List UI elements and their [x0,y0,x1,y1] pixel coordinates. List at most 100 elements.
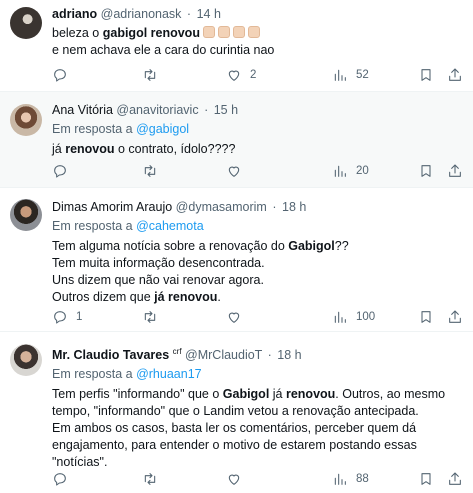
text-line: Outros dizem que já renovou. [52,290,221,304]
reply-icon [54,311,66,324]
retweet-icon [144,69,156,81]
text-line: Uns dizem que não vai renovar agora. [52,273,264,287]
text-line: tempo, "informando" que o Landim vetou a… [52,404,419,419]
separator-dot: · [267,348,272,363]
reply-context: Em resposta a @rhuaan17 [52,366,461,383]
tweet-text: Tem perfis "informando" que o Gabigol já… [52,386,461,471]
share-button[interactable] [447,162,463,180]
reply-button[interactable] [52,470,76,488]
separator-dot: · [204,103,209,117]
bookmark-button[interactable] [418,162,434,180]
separator-dot: · [186,7,192,21]
reply-to-link[interactable]: @cahemota [136,219,204,233]
reply-label: Em resposta a [52,122,133,136]
bookmark-button[interactable] [418,470,434,488]
reply-button[interactable] [52,162,76,180]
reply-icon [54,69,66,82]
action-bar: 2 52 [52,66,461,84]
share-button[interactable] [447,66,463,84]
views-count: 100 [356,311,376,323]
share-button[interactable] [447,308,463,326]
author-name[interactable]: Ana Vitória [52,103,113,117]
action-bar: 1 100 [52,308,461,326]
views-count: 52 [356,69,369,81]
bookmark-icon [421,69,431,81]
like-button[interactable] [226,470,250,488]
action-bar: 20 [52,162,461,180]
text-line: e nem achava ele a cara do curintia nao [52,43,275,57]
retweet-button[interactable] [142,470,166,488]
views-icon [334,165,346,177]
views-icon [334,311,346,323]
separator-dot: · [272,200,277,214]
tweet-header: Mr. Claudio Tavares crf @MrClaudioT · 18… [52,344,461,363]
reply-to-link[interactable]: @gabigol [136,122,189,136]
bookmark-icon [421,311,431,323]
share-button[interactable] [447,470,463,488]
timestamp[interactable]: 18 h [282,200,306,214]
text-line: já renovou o contrato, ídolo???? [52,142,236,156]
tweet-card[interactable]: Mr. Claudio Tavares crf @MrClaudioT · 18… [0,332,473,493]
like-icon [228,166,240,177]
tweet-card[interactable]: adriano @adrianonask · 14 h beleza o gab… [0,0,473,92]
share-icon [449,310,461,323]
retweet-icon [144,311,156,323]
retweet-icon [144,165,156,177]
like-button[interactable] [226,162,250,180]
reply-icon [54,165,66,178]
like-button[interactable] [226,308,250,326]
tweet-card[interactable]: Dimas Amorim Araujo @dymasamorim · 18 h … [0,188,473,332]
reply-label: Em resposta a [52,219,133,233]
text-line: Em ambos os casos, basta ler os comentár… [52,421,417,436]
views-button[interactable]: 20 [332,162,369,180]
reply-label: Em resposta a [52,367,133,382]
retweet-button[interactable] [142,66,166,84]
action-bar: 88 [52,470,461,488]
views-button[interactable]: 52 [332,66,369,84]
bookmark-icon [421,473,431,485]
author-handle[interactable]: @anavitoriavic [116,103,198,117]
text-line: beleza o gabigol renovou [52,25,461,42]
like-button[interactable]: 2 [226,66,256,84]
timestamp[interactable]: 14 h [197,7,221,21]
bookmark-button[interactable] [418,66,434,84]
author-name[interactable]: Mr. Claudio Tavares [52,348,169,362]
author-name[interactable]: Dimas Amorim Araujo [52,200,172,214]
bookmark-button[interactable] [418,308,434,326]
avatar[interactable] [10,199,42,231]
thumbs-up-emoji-icon [247,26,260,38]
retweet-icon [144,473,156,485]
share-icon [449,68,461,81]
text-line: Tem muita informação desencontrada. [52,256,265,270]
author-handle[interactable]: @dymasamorim [176,200,267,214]
tweet-header: Dimas Amorim Araujo @dymasamorim · 18 h [52,199,461,215]
author-name[interactable]: adriano [52,7,97,21]
views-button[interactable]: 100 [332,308,375,326]
timestamp[interactable]: 15 h [214,103,238,117]
name-suffix: crf [172,347,182,356]
reply-button[interactable] [52,66,76,84]
views-button[interactable]: 88 [332,470,369,488]
like-icon [228,312,240,323]
tweet-text: Tem alguma notícia sobre a renovação do … [52,238,461,306]
retweet-button[interactable] [142,162,166,180]
views-count: 20 [356,165,369,177]
reply-context: Em resposta a @gabigol [52,121,461,138]
share-icon [449,472,461,485]
tweet-text: já renovou o contrato, ídolo???? [52,141,461,158]
reply-to-link[interactable]: @rhuaan17 [136,367,202,381]
timestamp[interactable]: 18 h [277,348,301,362]
avatar[interactable] [10,344,42,376]
author-handle[interactable]: @adrianonask [101,7,182,21]
like-count: 2 [250,69,257,81]
author-handle[interactable]: @MrClaudioT [185,348,262,362]
retweet-button[interactable] [142,308,166,326]
reply-icon [54,473,66,486]
thumbs-up-emoji-icon [232,26,245,38]
avatar[interactable] [10,7,42,39]
tweet-text: beleza o gabigol renovou e nem achava el… [52,25,461,59]
tweet-card[interactable]: Ana Vitória @anavitoriavic · 15 h Em res… [0,92,473,188]
reply-button[interactable]: 1 [52,308,82,326]
timeline: adriano @adrianonask · 14 h beleza o gab… [0,0,473,493]
avatar[interactable] [10,104,42,136]
